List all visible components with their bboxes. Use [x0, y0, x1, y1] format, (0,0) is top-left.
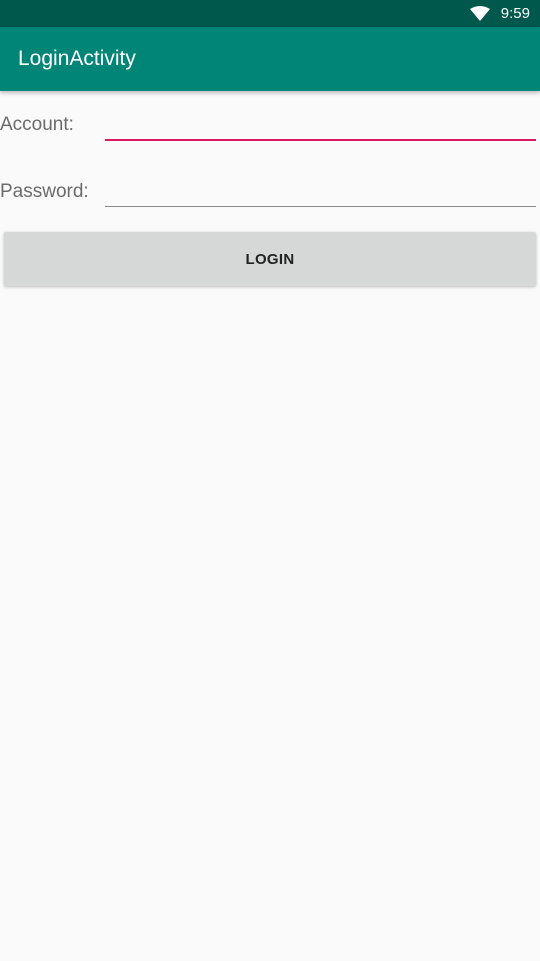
status-bar: 9:59 — [0, 0, 540, 27]
password-input[interactable] — [105, 174, 536, 206]
login-button[interactable]: LOGIN — [4, 232, 536, 286]
status-time: 9:59 — [500, 5, 530, 22]
account-input[interactable] — [105, 107, 536, 139]
account-label: Account: — [0, 114, 74, 135]
app-bar: LoginActivity — [0, 27, 540, 91]
wifi-icon — [470, 6, 490, 21]
password-label: Password: — [0, 181, 89, 202]
app-title: LoginActivity — [18, 47, 136, 70]
password-underline — [105, 206, 536, 207]
account-underline — [105, 139, 536, 141]
